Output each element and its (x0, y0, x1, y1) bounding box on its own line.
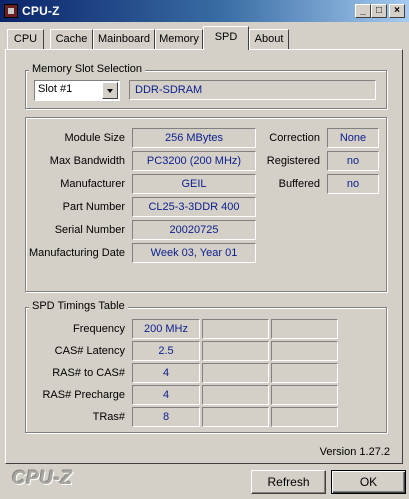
manufacturer-value: GEIL (132, 174, 256, 194)
ras-precharge-label: RAS# Precharge (42, 389, 125, 401)
close-button[interactable]: × (389, 4, 405, 18)
timing-cell-empty (271, 341, 338, 361)
max-bandwidth-value: PC3200 (200 MHz) (132, 151, 256, 171)
serial-number-label: Serial Number (54, 224, 125, 236)
part-number-value: CL25-3-3DDR 400 (132, 197, 256, 217)
manufacturer-label: Manufacturer (60, 178, 125, 190)
registered-label: Registered (266, 155, 320, 167)
chevron-down-icon[interactable] (102, 82, 118, 99)
maximize-button[interactable]: □ (371, 4, 387, 18)
manufacturing-date-label: Manufacturing Date (29, 247, 125, 259)
ras-to-cas-value: 4 (132, 363, 200, 383)
timing-cell-empty (271, 363, 338, 383)
tab-cpu[interactable]: CPU (7, 29, 44, 49)
ras-to-cas-label: RAS# to CAS# (52, 367, 125, 379)
timing-cell-empty (271, 319, 338, 339)
tab-about[interactable]: About (249, 29, 289, 49)
max-bandwidth-label: Max Bandwidth (49, 155, 125, 167)
slot-select[interactable]: Slot #1 (34, 80, 120, 101)
timing-cell-empty (202, 341, 269, 361)
version-text: Version 1.27.2 (319, 446, 390, 458)
ok-button[interactable]: OK (331, 470, 406, 494)
tab-spd[interactable]: SPD (203, 26, 249, 50)
cas-latency-value: 2.5 (132, 341, 200, 361)
spd-timings-group-title: SPD Timings Table (29, 300, 128, 312)
buffered-value: no (327, 174, 379, 194)
timing-cell-empty (202, 407, 269, 427)
correction-label: Correction (269, 132, 320, 144)
ras-precharge-value: 4 (132, 385, 200, 405)
memory-type-field: DDR-SDRAM (129, 80, 376, 100)
buffered-label: Buffered (278, 178, 320, 190)
timing-cell-empty (271, 407, 338, 427)
timing-cell-empty (202, 363, 269, 383)
tras-value: 8 (132, 407, 200, 427)
timing-cell-empty (271, 385, 338, 405)
serial-number-value: 20020725 (132, 220, 256, 240)
timing-cell-empty (202, 385, 269, 405)
tras-label: TRas# (92, 411, 125, 423)
correction-value: None (327, 128, 379, 148)
memory-slot-group-title: Memory Slot Selection (29, 63, 146, 75)
title-bar[interactable]: CPU-Z _ □ × (0, 0, 409, 22)
slot-select-value: Slot #1 (38, 83, 73, 95)
frequency-value: 200 MHz (132, 319, 200, 339)
refresh-button[interactable]: Refresh (251, 470, 326, 494)
window-title: CPU-Z (22, 4, 60, 18)
frequency-label: Frequency (73, 323, 125, 335)
tab-mainboard[interactable]: Mainboard (93, 29, 155, 49)
module-size-value: 256 MBytes (132, 128, 256, 148)
manufacturing-date-value: Week 03, Year 01 (132, 243, 256, 263)
registered-value: no (327, 151, 379, 171)
cpu-z-logo: CPU-Z (12, 468, 73, 489)
minimize-button[interactable]: _ (355, 4, 371, 18)
cpu-z-app-icon (4, 4, 18, 18)
cas-latency-label: CAS# Latency (54, 345, 125, 357)
module-size-label: Module Size (64, 132, 125, 144)
part-number-label: Part Number (62, 201, 125, 213)
tab-cache[interactable]: Cache (50, 29, 93, 49)
timing-cell-empty (202, 319, 269, 339)
tab-memory[interactable]: Memory (155, 29, 203, 49)
